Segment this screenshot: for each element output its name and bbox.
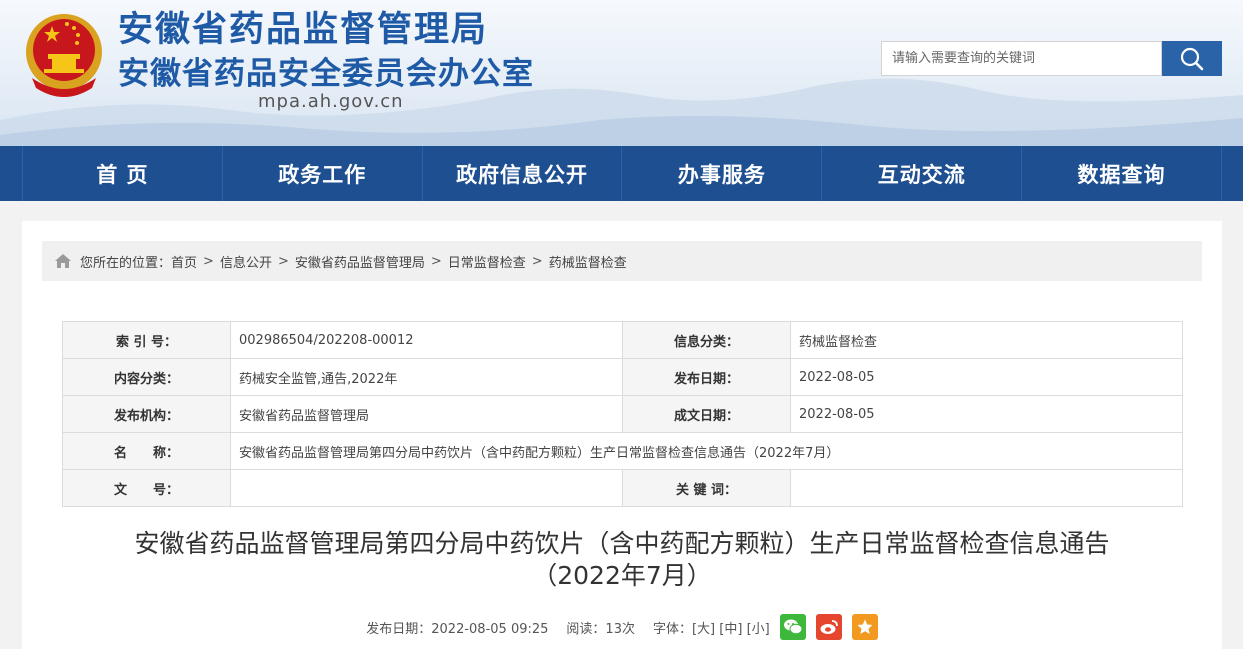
keywords-value: [790, 469, 1183, 507]
doc-name-value: 安徽省药品监督管理局第四分局中药饮片（含中药配方颗粒）生产日常监督检查信息通告（…: [230, 432, 1183, 470]
breadcrumb: 您所在的位置： 首页 > 信息公开 > 安徽省药品监督管理局 > 日常监督检查 …: [42, 241, 1202, 281]
breadcrumb-separator: >: [531, 253, 543, 269]
nav-item-data-query[interactable]: 数据查询: [1021, 146, 1222, 201]
doc-number-label: 文 号：: [62, 469, 231, 507]
breadcrumb-home[interactable]: 首页: [171, 252, 197, 271]
index-number-value: 002986504/202208-00012: [230, 321, 623, 359]
star-icon: [857, 619, 873, 634]
breadcrumb-daily-inspection[interactable]: 日常监督检查: [448, 252, 526, 271]
article-title: 安徽省药品监督管理局第四分局中药饮片（含中药配方颗粒）生产日常监督检查信息通告 …: [42, 528, 1202, 592]
wechat-icon: [783, 619, 803, 635]
nav-item-interaction[interactable]: 互动交流: [821, 146, 1021, 201]
info-category-label: 信息分类：: [622, 321, 791, 359]
article-view-count: 阅读：13次: [566, 621, 635, 637]
nav-item-services[interactable]: 办事服务: [621, 146, 821, 201]
breadcrumb-separator: >: [430, 253, 442, 269]
site-subtitle: 安徽省药品安全委员会办公室: [118, 56, 534, 92]
table-row: 发布机构： 安徽省药品监督管理局 成文日期： 2022-08-05: [62, 395, 1183, 433]
content-type-value: 药械安全监管,通告,2022年: [230, 358, 623, 396]
table-row: 内容分类： 药械安全监管,通告,2022年 发布日期： 2022-08-05: [62, 358, 1183, 396]
site-title: 安徽省药品监督管理局: [118, 10, 489, 50]
main-nav: 首 页 政务工作 政府信息公开 办事服务 互动交流 数据查询: [0, 146, 1243, 201]
national-emblem-icon: [26, 14, 102, 97]
font-size-medium[interactable]: [中]: [719, 618, 742, 637]
search-button[interactable]: [1162, 41, 1222, 76]
keywords-label: 关 键 词：: [622, 469, 791, 507]
search-input[interactable]: [881, 41, 1162, 76]
publish-date-label: 发布日期：: [622, 358, 791, 396]
font-size-small[interactable]: [小]: [747, 618, 770, 637]
nav-item-info-disclosure[interactable]: 政府信息公开: [421, 146, 622, 201]
home-icon: [54, 253, 72, 269]
content-panel: 您所在的位置： 首页 > 信息公开 > 安徽省药品监督管理局 > 日常监督检查 …: [22, 221, 1222, 649]
breadcrumb-prefix: 您所在的位置：: [80, 255, 172, 271]
publisher-label: 发布机构：: [62, 395, 231, 433]
breadcrumb-bureau[interactable]: 安徽省药品监督管理局: [295, 252, 425, 271]
weibo-icon: [820, 620, 838, 634]
doc-name-label: 名 称：: [62, 432, 231, 470]
nav-item-home[interactable]: 首 页: [22, 146, 222, 201]
font-size-label: 字体：: [652, 621, 692, 637]
breadcrumb-separator: >: [277, 253, 289, 269]
add-favorite-button[interactable]: [851, 614, 878, 640]
breadcrumb-drug-device-inspection[interactable]: 药械监督检查: [549, 252, 627, 271]
table-row: 文 号： 关 键 词：: [62, 469, 1183, 507]
written-date-label: 成文日期：: [622, 395, 791, 433]
publisher-value: 安徽省药品监督管理局: [230, 395, 623, 433]
share-wechat-button[interactable]: [779, 614, 806, 640]
breadcrumb-info-disclosure[interactable]: 信息公开: [220, 252, 272, 271]
search-icon: [1180, 47, 1204, 70]
site-domain: mpa.ah.gov.cn: [258, 91, 404, 112]
site-header: 安徽省药品监督管理局 安徽省药品安全委员会办公室 mpa.ah.gov.cn: [0, 0, 1243, 146]
breadcrumb-separator: >: [203, 253, 214, 269]
doc-number-value: [230, 469, 623, 507]
written-date-value: 2022-08-05: [790, 395, 1183, 433]
index-number-label: 索 引 号：: [62, 321, 231, 359]
content-type-label: 内容分类：: [62, 358, 231, 396]
share-weibo-button[interactable]: [815, 614, 842, 640]
nav-item-government-affairs[interactable]: 政务工作: [221, 146, 422, 201]
article-title-line: 安徽省药品监督管理局第四分局中药饮片（含中药配方颗粒）生产日常监督检查信息通告: [134, 529, 1110, 558]
article-publish-date: 发布日期：2022-08-05 09:25: [366, 621, 549, 637]
article-meta: 发布日期：2022-08-05 09:25 阅读：13次 字体： [大] [中]…: [22, 614, 1222, 640]
table-row: 名 称： 安徽省药品监督管理局第四分局中药饮片（含中药配方颗粒）生产日常监督检查…: [62, 432, 1183, 470]
info-category-value: 药械监督检查: [790, 321, 1183, 359]
article-title-line: （2022年7月）: [532, 561, 712, 590]
publish-date-value: 2022-08-05: [790, 358, 1183, 396]
table-row: 索 引 号： 002986504/202208-00012 信息分类： 药械监督…: [62, 321, 1183, 359]
font-size-large[interactable]: [大]: [692, 618, 715, 637]
document-info-table: 索 引 号： 002986504/202208-00012 信息分类： 药械监督…: [62, 321, 1183, 507]
